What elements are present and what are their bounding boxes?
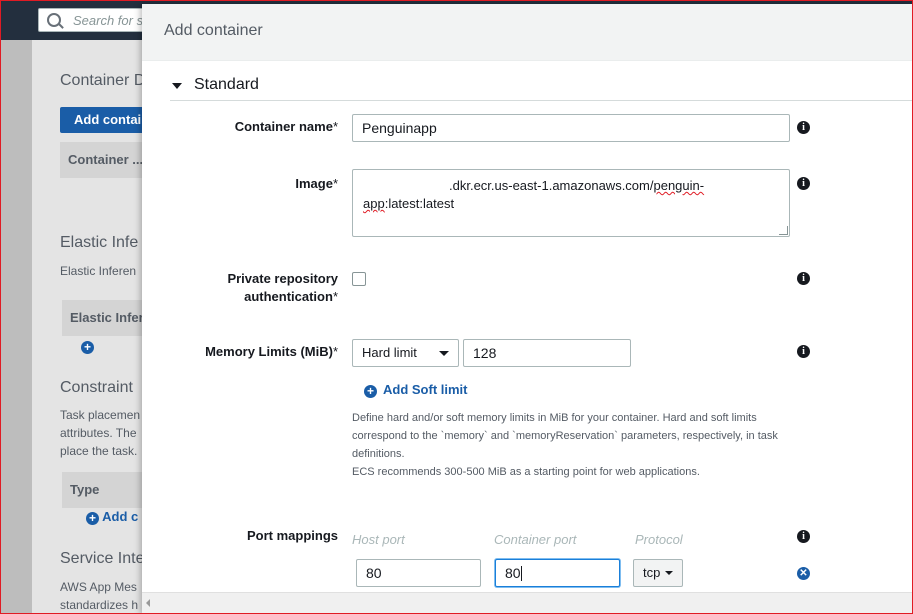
search-icon: [47, 13, 61, 27]
constraint-text-2: attributes. The: [60, 426, 137, 440]
container-port-header: Container port: [494, 532, 577, 547]
info-icon[interactable]: i: [797, 177, 810, 190]
info-icon[interactable]: i: [797, 530, 810, 543]
constraint-text-1: Task placemen: [60, 408, 141, 422]
memory-limit-type-value: Hard limit: [362, 345, 417, 360]
scroll-left-icon[interactable]: [146, 599, 150, 607]
private-repo-label: Private repository authentication*: [227, 271, 338, 304]
chevron-down-icon: [439, 351, 449, 356]
info-icon[interactable]: i: [797, 272, 810, 285]
image-label: Image*: [295, 176, 338, 191]
container-name-input[interactable]: Penguinapp: [352, 114, 790, 142]
section-title: Standard: [194, 76, 259, 93]
private-repo-checkbox[interactable]: [352, 272, 366, 286]
add-container-modal: Add container Standard Container name* P…: [142, 4, 913, 614]
elastic-inference-heading: Elastic Infe: [60, 234, 139, 251]
caret-down-icon: [172, 83, 182, 89]
protocol-header: Protocol: [635, 532, 683, 547]
remove-port-mapping-icon[interactable]: ✕: [797, 567, 810, 580]
add-constraint-label: Add c: [102, 509, 139, 524]
constraint-type-header: Type: [62, 472, 152, 508]
constraint-heading: Constraint: [60, 379, 133, 396]
memory-limit-input[interactable]: 128: [463, 339, 631, 367]
constraint-text-3: place the task.: [60, 444, 138, 458]
elastic-table-header: Elastic Infer: [62, 300, 152, 336]
caret-down-icon: [665, 571, 673, 575]
service-text-2: standardizes h: [60, 598, 139, 612]
image-input[interactable]: .dkr.ecr.us-east-1.amazonaws.com/penguin…: [352, 169, 790, 237]
memory-limits-label: Memory Limits (MiB)*: [205, 344, 338, 359]
protocol-select[interactable]: tcp: [633, 559, 683, 587]
resize-handle[interactable]: [779, 226, 788, 235]
standard-section-toggle[interactable]: Standard: [170, 74, 913, 101]
container-definitions-heading: Container D: [60, 72, 146, 89]
add-soft-limit-link[interactable]: + Add Soft limit: [364, 382, 468, 398]
host-port-header: Host port: [352, 532, 405, 547]
container-table-header: Container ...: [60, 142, 150, 178]
add-constraint-link[interactable]: + Add c: [86, 509, 138, 525]
plus-icon: +: [364, 385, 377, 398]
redacted-account-id: [354, 171, 442, 191]
search-placeholder: Search for s: [73, 13, 144, 28]
modal-title: Add container: [164, 22, 263, 39]
port-mappings-label: Port mappings: [246, 528, 338, 543]
add-container-button-bg[interactable]: Add contai: [60, 107, 150, 133]
modal-header: Add container: [142, 4, 913, 61]
horizontal-scrollbar[interactable]: [142, 592, 913, 614]
host-port-input[interactable]: 80: [356, 559, 481, 587]
elastic-inference-text: Elastic Inferen: [60, 264, 137, 278]
service-text-1: AWS App Mes: [60, 580, 137, 594]
protocol-value: tcp: [643, 565, 661, 580]
add-soft-limit-label: Add Soft limit: [383, 382, 468, 397]
memory-help-text: Define hard and/or soft memory limits in…: [352, 412, 778, 478]
plus-icon: +: [81, 341, 94, 354]
info-icon[interactable]: i: [797, 121, 810, 134]
service-integration-heading: Service Inte: [60, 550, 145, 567]
elastic-add-button[interactable]: +: [81, 338, 94, 354]
container-name-label: Container name*: [234, 119, 338, 134]
plus-icon: +: [86, 512, 99, 525]
container-port-input[interactable]: 80: [495, 559, 620, 587]
info-icon[interactable]: i: [797, 345, 810, 358]
memory-limit-type-select[interactable]: Hard limit: [352, 339, 459, 367]
